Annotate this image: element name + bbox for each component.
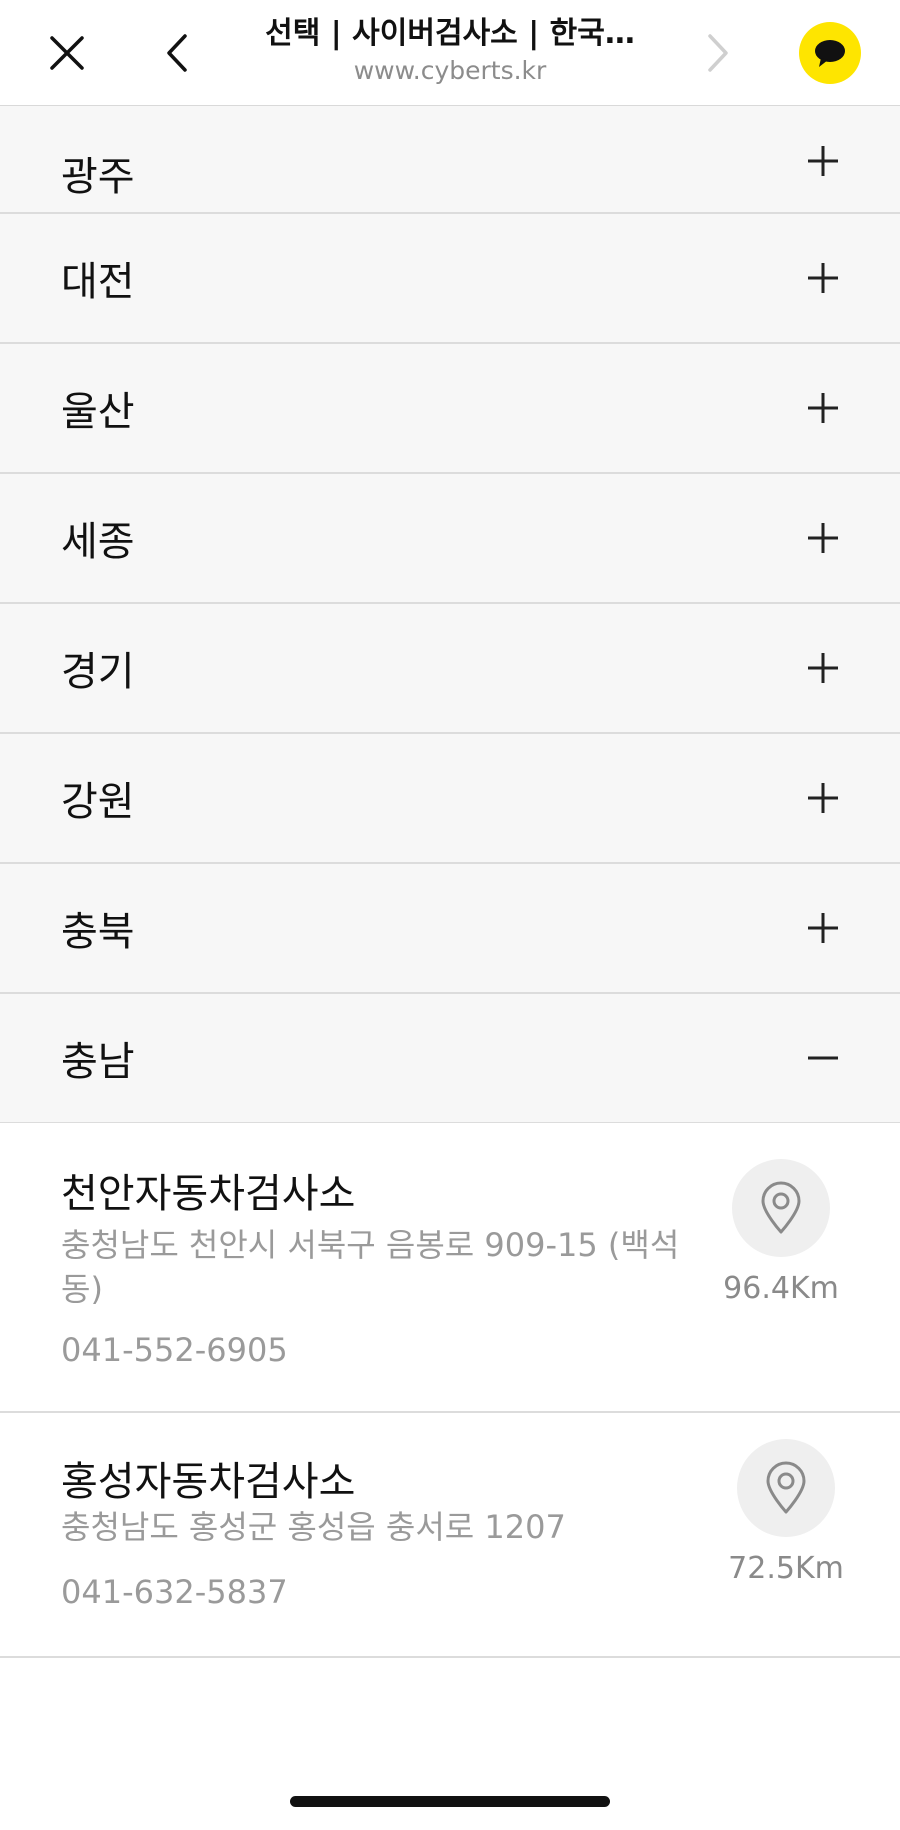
region-label: 충북 [61,909,135,955]
page-title: 선택 | 사이버검사소 | 한국… [265,16,635,51]
list-item[interactable]: 홍성자동차검사소 충청남도 홍성군 홍성읍 충서로 1207 041-632-5… [0,1413,900,1658]
plus-icon [808,653,838,683]
home-indicator [290,1796,610,1807]
back-button[interactable] [142,18,212,88]
chevron-right-icon [708,34,728,72]
station-phone[interactable]: 041-632-5837 [61,1573,288,1611]
kakaotalk-icon [815,40,845,67]
plus-icon [808,263,838,293]
region-item-gyeonggi[interactable]: 경기 [0,604,900,734]
region-item-chungnam[interactable]: 충남 [0,994,900,1124]
station-phone[interactable]: 041-552-6905 [61,1331,288,1369]
page: 선택 | 사이버검사소 | 한국… www.cyberts.kr 광주 대전 울… [0,0,900,1830]
station-list: 천안자동차검사소 충청남도 천안시 서북구 음봉로 909-15 (백석동) 0… [0,1123,900,1658]
map-button[interactable] [737,1439,835,1537]
plus-icon [808,913,838,943]
chevron-left-icon [167,34,187,72]
close-button[interactable] [32,18,102,88]
region-list: 광주 대전 울산 세종 경기 강원 충북 충남 [0,106,900,1124]
browser-toolbar: 선택 | 사이버검사소 | 한국… www.cyberts.kr [0,0,900,106]
kakaotalk-badge [799,22,861,84]
region-label: 충남 [61,1039,135,1085]
region-label: 울산 [61,389,135,435]
title-area[interactable]: 선택 | 사이버검사소 | 한국… www.cyberts.kr [240,14,660,88]
minus-icon [808,1056,838,1060]
region-item-gwangju[interactable]: 광주 [0,106,900,214]
region-label: 강원 [61,779,135,825]
region-label: 경기 [61,649,135,695]
region-item-chungbuk[interactable]: 충북 [0,864,900,994]
station-address: 충청남도 천안시 서북구 음봉로 909-15 (백석동) [61,1226,680,1308]
station-name: 천안자동차검사소 [61,1171,356,1217]
region-item-daejeon[interactable]: 대전 [0,214,900,344]
plus-icon [808,523,838,553]
location-pin-icon [766,1461,806,1514]
region-item-gangwon[interactable]: 강원 [0,734,900,864]
kakaotalk-button[interactable] [795,18,865,88]
station-address: 충청남도 홍성군 홍성읍 충서로 1207 [61,1508,566,1546]
station-name: 홍성자동차검사소 [61,1459,356,1505]
forward-button[interactable] [683,18,753,88]
map-button[interactable] [732,1159,830,1257]
region-label: 대전 [61,259,135,305]
region-item-sejong[interactable]: 세종 [0,474,900,604]
location-pin-icon [761,1181,801,1234]
close-icon [50,36,84,70]
plus-icon [808,783,838,813]
station-distance: 72.5Km [728,1551,844,1586]
region-item-ulsan[interactable]: 울산 [0,344,900,474]
plus-icon [808,146,838,176]
plus-icon [808,393,838,423]
region-label: 세종 [61,519,135,565]
station-distance: 96.4Km [723,1271,839,1306]
region-label: 광주 [61,154,135,200]
page-url: www.cyberts.kr [353,56,547,85]
list-item[interactable]: 천안자동차검사소 충청남도 천안시 서북구 음봉로 909-15 (백석동) 0… [0,1123,900,1413]
